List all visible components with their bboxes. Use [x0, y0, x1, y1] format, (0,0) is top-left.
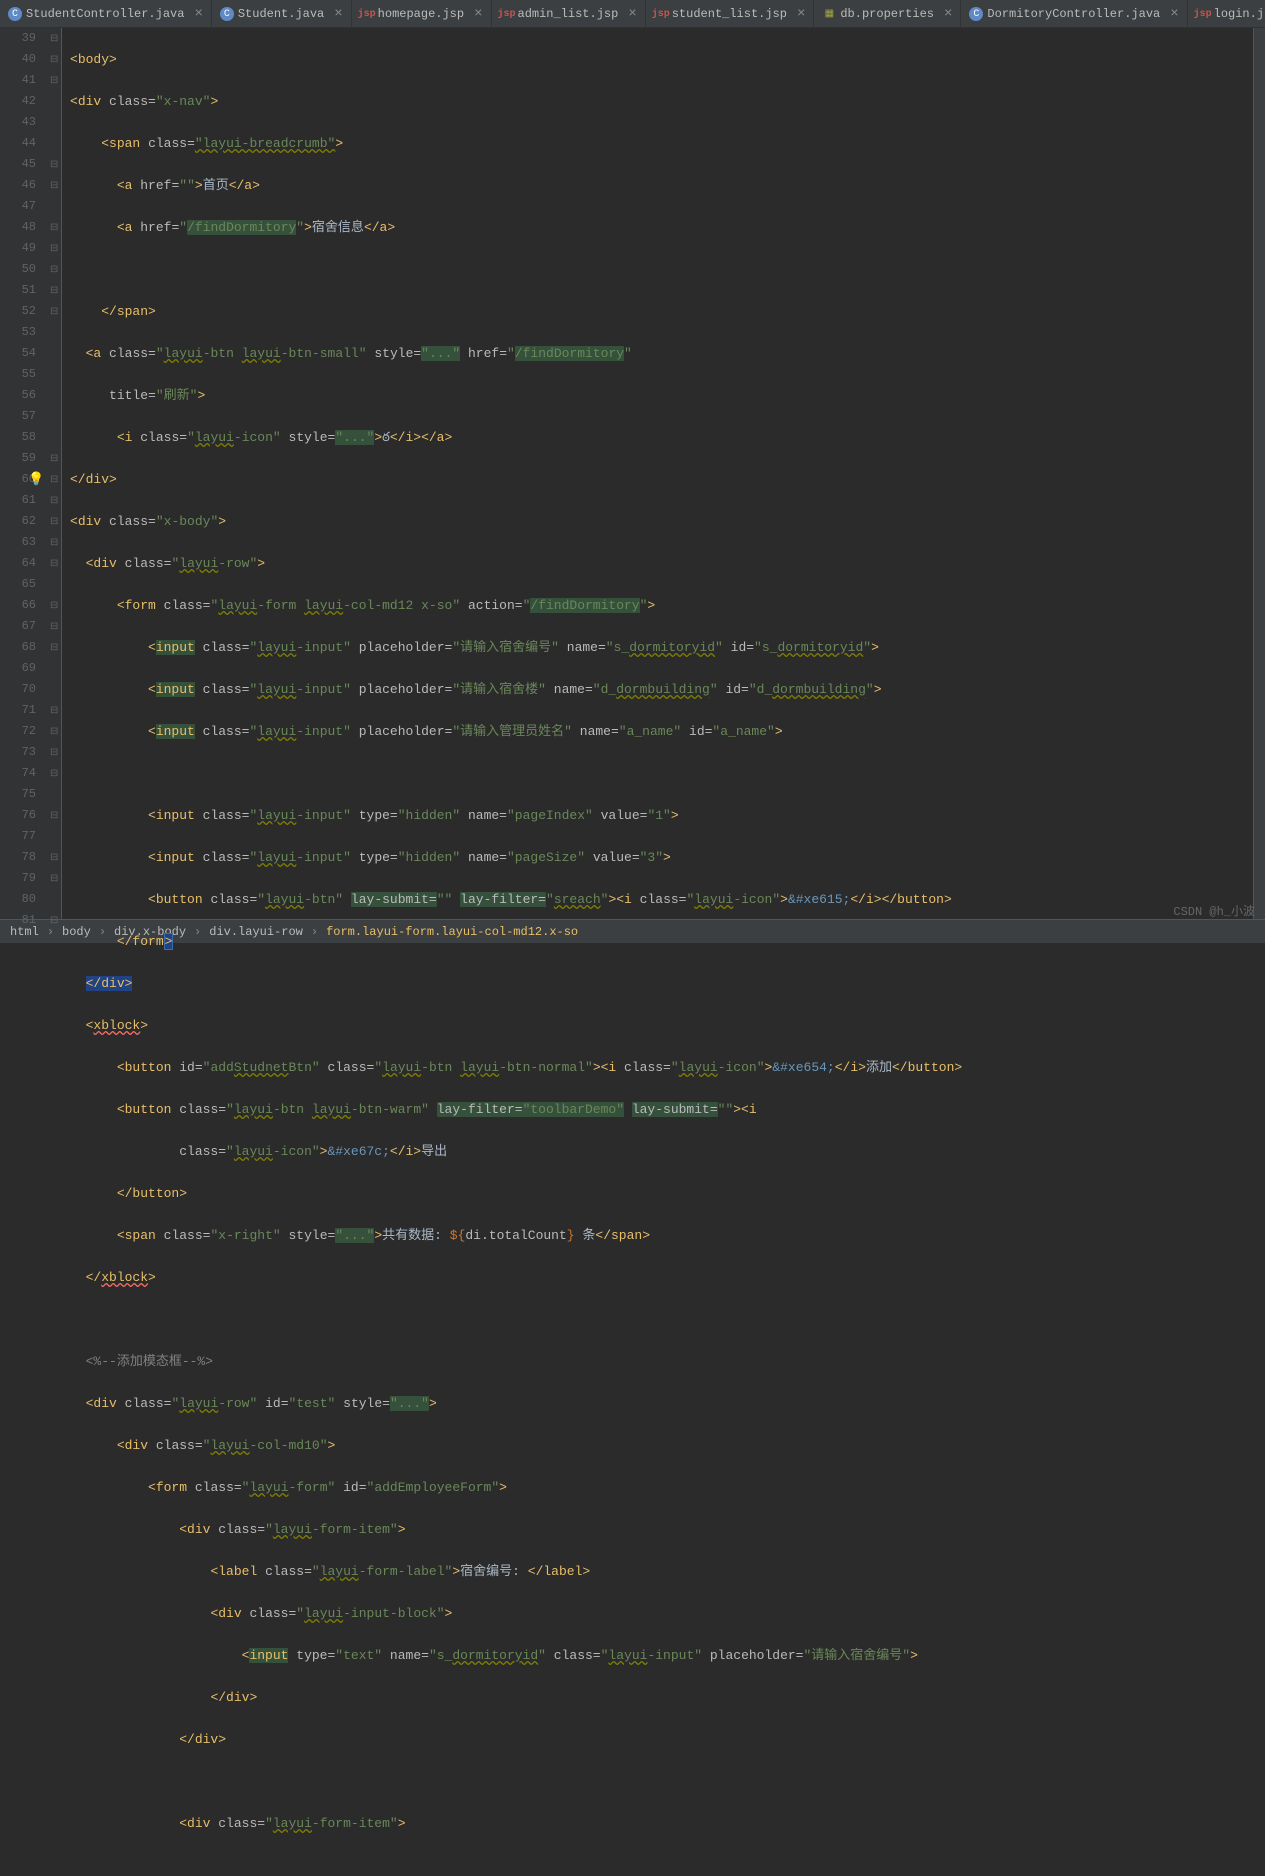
close-icon[interactable]: × — [1170, 6, 1178, 22]
close-icon[interactable]: × — [944, 6, 952, 22]
code-area[interactable]: <<body>body> <div class="x-nav"> <span c… — [62, 28, 1253, 919]
tab-admin-list[interactable]: jspadmin_list.jsp× — [492, 0, 646, 28]
java-icon: C — [8, 7, 22, 21]
editor-tabs: CStudentController.java× CStudent.java× … — [0, 0, 1265, 28]
close-icon[interactable]: × — [334, 6, 342, 22]
properties-icon: ▦ — [822, 7, 836, 21]
tab-dormitory-controller[interactable]: CDormitoryController.java× — [961, 0, 1187, 28]
jsp-icon: jsp — [360, 7, 374, 21]
java-icon: C — [969, 7, 983, 21]
jsp-icon: jsp — [500, 7, 514, 21]
editor: 💡 39404142434445464748495051525354555657… — [0, 28, 1265, 919]
java-icon: C — [220, 7, 234, 21]
tab-db-props[interactable]: ▦db.properties× — [814, 0, 961, 28]
tab-login[interactable]: jsplogin.jsp× — [1188, 0, 1265, 28]
line-gutter: 💡 39404142434445464748495051525354555657… — [0, 28, 48, 919]
jsp-icon: jsp — [654, 7, 668, 21]
tab-student-list[interactable]: jspstudent_list.jsp× — [646, 0, 815, 28]
close-icon[interactable]: × — [797, 6, 805, 22]
watermark: CSDN @h_小波 — [1173, 902, 1255, 919]
fold-column: ⊟⊟⊟⊟⊟⊟⊟⊟⊟⊟⊟⊟⊟⊟⊟⊟⊟⊟⊟⊟⊟⊟⊟⊟⊟⊟⊟ — [48, 28, 62, 919]
close-icon[interactable]: × — [194, 6, 202, 22]
tab-homepage[interactable]: jsphomepage.jsp× — [352, 0, 492, 28]
intention-bulb-icon[interactable]: 💡 — [28, 469, 44, 490]
close-icon[interactable]: × — [628, 6, 636, 22]
minimap-scrollbar[interactable] — [1253, 28, 1265, 919]
tab-student[interactable]: CStudent.java× — [212, 0, 352, 28]
close-icon[interactable]: × — [474, 6, 482, 22]
tab-student-controller[interactable]: CStudentController.java× — [0, 0, 212, 28]
jsp-icon: jsp — [1196, 7, 1210, 21]
